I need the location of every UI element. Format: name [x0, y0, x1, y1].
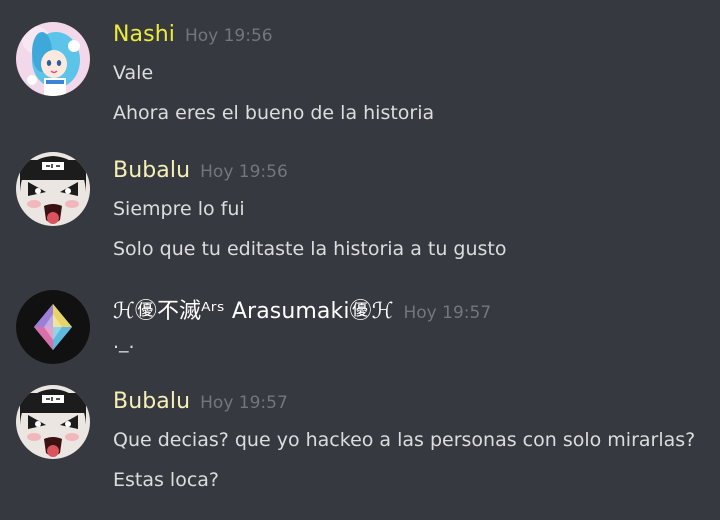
anime-girl-avatar-icon — [16, 22, 90, 96]
username[interactable]: Bubalu — [113, 389, 190, 414]
username[interactable]: ℋ㊝不滅ᴬʳˢ Arasumaki㊝ℋ — [113, 299, 394, 324]
timestamp: Hoy 19:56 — [200, 162, 288, 182]
message-header: Bubalu Hoy 19:57 — [113, 389, 288, 414]
message-text: Estas loca? — [113, 469, 220, 491]
message-text: Siempre lo fui — [113, 198, 245, 220]
message-header: Bubalu Hoy 19:56 — [113, 158, 288, 183]
username[interactable]: Bubalu — [113, 158, 190, 183]
avatar[interactable] — [16, 385, 90, 459]
message-text: Que decias? que yo hackeo a las personas… — [113, 429, 696, 451]
message-text: Ahora eres el bueno de la historia — [113, 102, 435, 124]
avatar[interactable] — [16, 290, 90, 364]
timestamp: Hoy 19:57 — [403, 303, 492, 323]
message-text: ._. — [113, 331, 135, 353]
crystal-diamond-avatar-icon — [16, 290, 90, 364]
username[interactable]: Nashi — [113, 22, 175, 47]
message-text: Solo que tu editaste la historia a tu gu… — [113, 238, 507, 260]
avatar[interactable] — [16, 22, 90, 96]
message-header: ℋ㊝不滅ᴬʳˢ Arasumaki㊝ℋ Hoy 19:57 — [113, 293, 491, 325]
cartoon-face-avatar-icon — [16, 152, 90, 226]
chat-messages: Nashi Hoy 19:56 Vale Ahora eres el bueno … — [0, 0, 720, 520]
timestamp: Hoy 19:57 — [200, 393, 288, 413]
cartoon-face-avatar-icon — [16, 385, 90, 459]
message-text: Vale — [113, 62, 154, 84]
message-header: Nashi Hoy 19:56 — [113, 22, 273, 47]
timestamp: Hoy 19:56 — [184, 26, 273, 46]
avatar[interactable] — [16, 152, 90, 226]
